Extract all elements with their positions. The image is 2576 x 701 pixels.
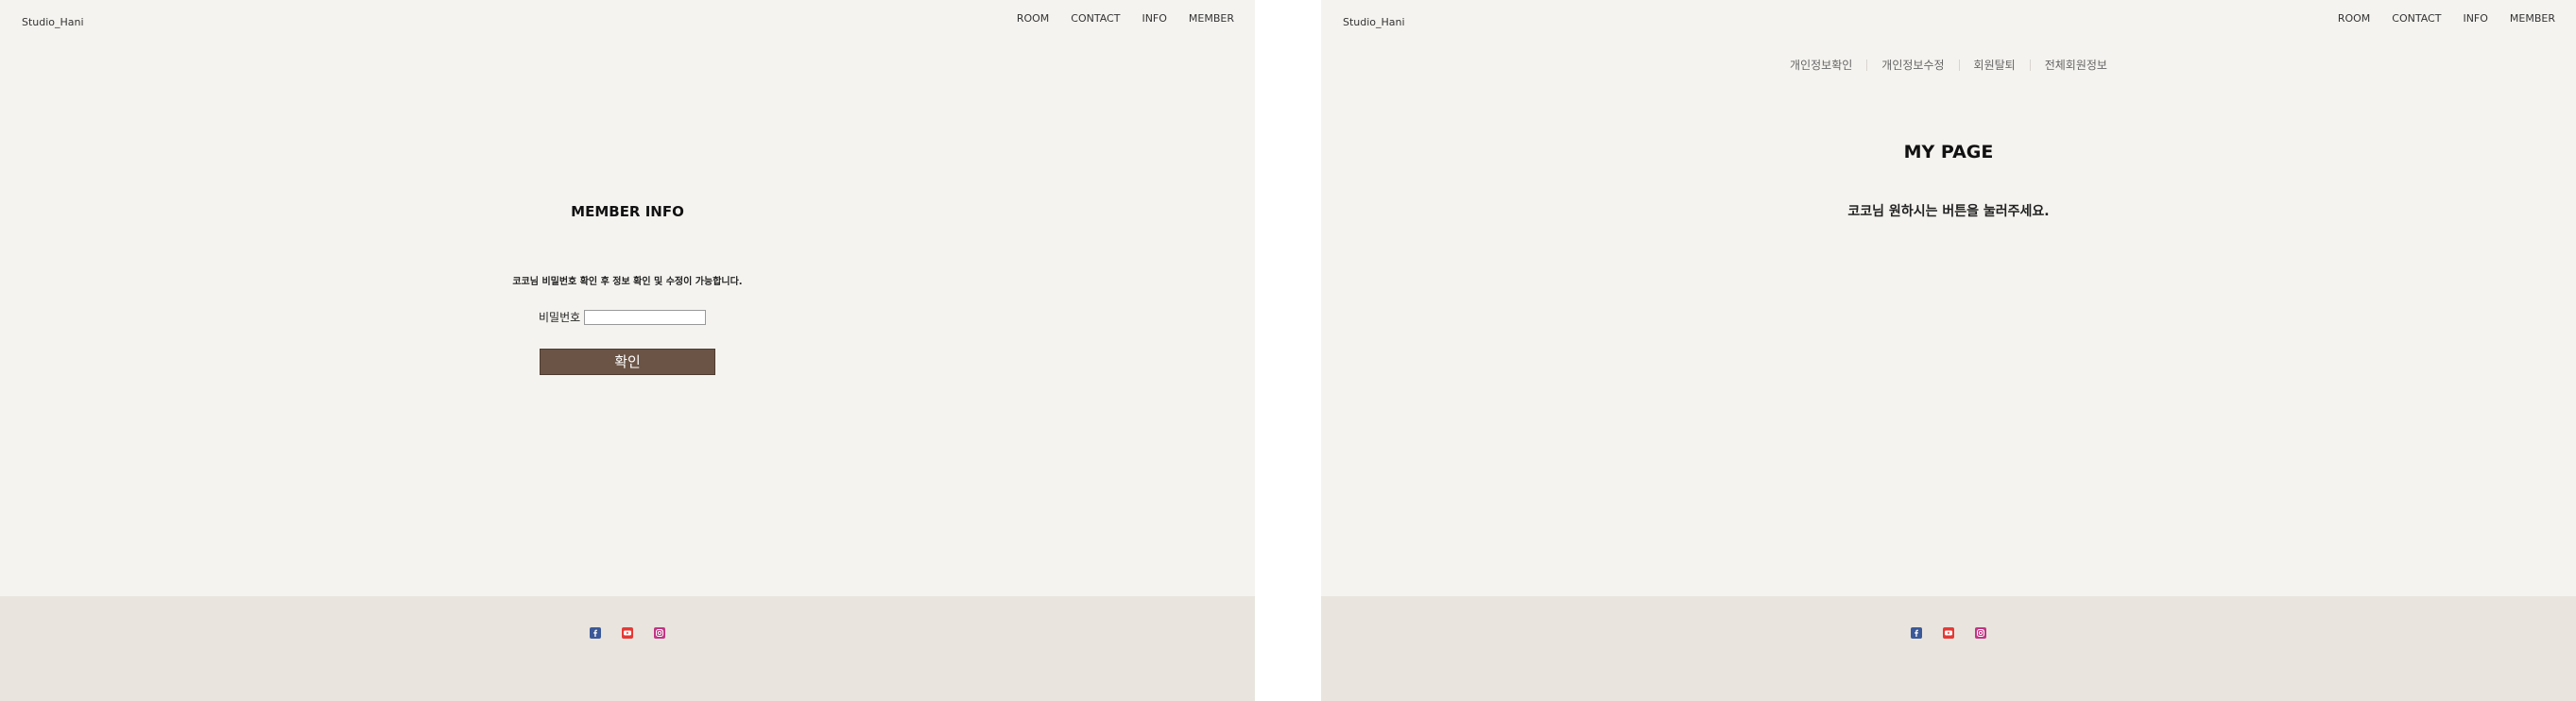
password-input[interactable] (584, 309, 707, 325)
nav-room[interactable]: ROOM (1017, 12, 1049, 25)
nav-info[interactable]: INFO (2463, 12, 2487, 25)
mypage-subnav: 개인정보확인 개인정보수정 회원탈퇴 전체회원정보 (1321, 57, 2576, 73)
top-nav: ROOM CONTACT INFO MEMBER (2316, 12, 2555, 25)
instagram-icon[interactable] (654, 627, 665, 639)
subnav-view-info[interactable]: 개인정보확인 (1776, 57, 1866, 73)
nav-contact[interactable]: CONTACT (1071, 12, 1120, 25)
subnav-all-members[interactable]: 전체회원정보 (2031, 57, 2121, 73)
nav-room[interactable]: ROOM (2338, 12, 2370, 25)
social-links (1321, 627, 2576, 639)
instruction-text: 코코님 원하시는 버튼을 눌러주세요. (1847, 204, 2050, 219)
site-logo[interactable]: Studio_Hani (1343, 16, 1405, 28)
social-links (0, 627, 1255, 639)
instagram-icon[interactable] (1975, 627, 1986, 639)
notice-text: 코코님 비밀번호 확인 후 정보 확인 및 수정이 가능합니다. (512, 277, 743, 287)
youtube-icon[interactable] (1943, 627, 1954, 639)
password-label: 비밀번호 (539, 311, 581, 324)
page-title: MEMBER INFO (571, 203, 684, 220)
nav-info[interactable]: INFO (1142, 12, 1166, 25)
top-nav: ROOM CONTACT INFO MEMBER (995, 12, 1234, 25)
youtube-icon[interactable] (622, 627, 633, 639)
footer (1321, 596, 2576, 701)
facebook-icon[interactable] (590, 627, 601, 639)
site-logo[interactable]: Studio_Hani (22, 16, 84, 28)
subnav-edit-info[interactable]: 개인정보수정 (1867, 57, 1958, 73)
nav-member[interactable]: MEMBER (1189, 12, 1234, 25)
confirm-button[interactable]: 확인 (540, 349, 715, 375)
subnav-withdraw[interactable]: 회원탈퇴 (1960, 57, 2030, 73)
page-title: MY PAGE (1903, 142, 1994, 162)
my-page: Studio_Hani ROOM CONTACT INFO MEMBER 개인정… (1321, 0, 2576, 701)
member-info-page: Studio_Hani ROOM CONTACT INFO MEMBER MEM… (0, 0, 1255, 701)
facebook-icon[interactable] (1911, 627, 1922, 639)
nav-member[interactable]: MEMBER (2510, 12, 2555, 25)
password-row: 비밀번호 (539, 309, 707, 325)
nav-contact[interactable]: CONTACT (2392, 12, 2441, 25)
footer (0, 596, 1255, 701)
